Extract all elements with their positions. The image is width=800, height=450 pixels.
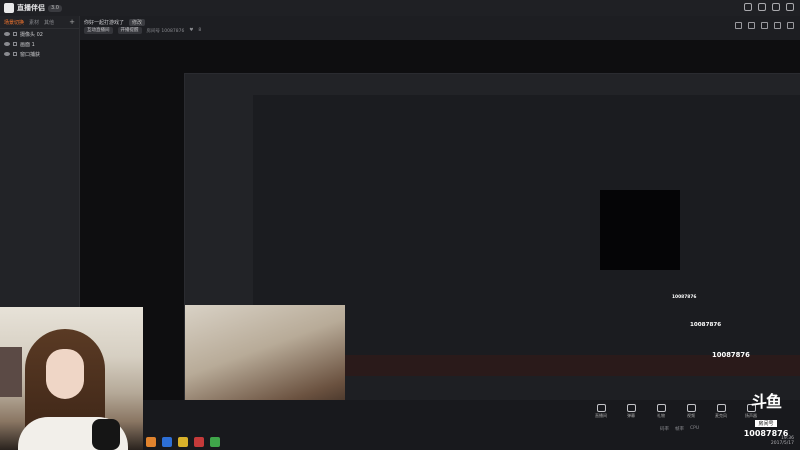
source-tile-yellow[interactable]: [178, 437, 188, 447]
lock-icon[interactable]: [13, 42, 17, 46]
heart-icon: ♥: [189, 28, 194, 33]
watermark-echo: 10087876: [690, 322, 722, 328]
action-mic-label: 麦克风: [715, 413, 727, 418]
like-count: 8: [198, 28, 202, 33]
app-logo-icon: [4, 3, 14, 13]
add-scene-button[interactable]: +: [69, 19, 75, 26]
eye-icon[interactable]: [4, 52, 10, 56]
app-logo: 直播伴侣 3.0: [4, 3, 62, 13]
source-tile-blue[interactable]: [162, 437, 172, 447]
action-video-label: 视频: [687, 413, 695, 418]
webcam-overlay: [0, 307, 143, 450]
action-room[interactable]: 直播间: [592, 404, 610, 419]
status-cpu: CPU: [690, 426, 700, 431]
video-icon: [686, 404, 696, 412]
background-shelf: [0, 347, 22, 397]
status-bitrate: 码率: [660, 427, 669, 432]
settings-icon[interactable]: [735, 22, 742, 29]
watermark-echo: 10087876: [712, 351, 750, 359]
sidebar-item-window-capture[interactable]: 窗口捕获: [0, 49, 79, 59]
title-bar: 直播伴侣 3.0: [0, 0, 800, 16]
mirror-layer: [183, 73, 800, 426]
action-gift-label: 礼物: [657, 413, 665, 418]
mirror-layer-bar: [184, 74, 800, 96]
eye-icon[interactable]: [4, 32, 10, 36]
modify-title-button[interactable]: 修改: [129, 19, 146, 26]
stream-preview: [80, 40, 800, 450]
status-readouts: 码率 帧率 CPU: [660, 426, 699, 432]
sidebar-item-label: 摄像头 02: [20, 31, 43, 38]
menu-icon[interactable]: [787, 22, 794, 29]
action-danmu[interactable]: 弹幕: [622, 404, 640, 419]
eye-icon[interactable]: [4, 42, 10, 46]
douyu-watermark: 斗鱼 房间号 10087876: [742, 392, 790, 439]
minimize-icon[interactable]: [758, 3, 766, 11]
maximize-icon[interactable]: [772, 3, 780, 11]
tab-assets[interactable]: 素材: [29, 19, 39, 26]
sidebar-item-camera[interactable]: 摄像头 02: [0, 29, 79, 39]
bottom-actions: 直播间 弹幕 礼物 视频 麦克风 扬声器: [592, 404, 760, 419]
tab-scenes[interactable]: 场景切换: [4, 19, 24, 26]
watermark-room-number: 10087876: [743, 429, 789, 438]
sidebar-item-label: 窗口捕获: [20, 51, 41, 58]
action-danmu-label: 弹幕: [627, 413, 635, 418]
user-icon[interactable]: [744, 3, 752, 11]
gift-icon: [656, 404, 666, 412]
shield-icon: [626, 404, 636, 412]
action-room-label: 直播间: [595, 413, 607, 418]
source-tile-green[interactable]: [210, 437, 220, 447]
app-name: 直播伴侣: [17, 4, 45, 12]
streamer-face: [46, 349, 84, 399]
version-badge: 3.0: [48, 4, 62, 12]
status-fps: 帧率: [675, 427, 684, 432]
clock-date: 2017/5/17: [770, 441, 794, 446]
action-video[interactable]: 视频: [682, 404, 700, 419]
bell-icon[interactable]: [774, 22, 781, 29]
action-gift[interactable]: 礼物: [652, 404, 670, 419]
lock-icon[interactable]: [13, 52, 17, 56]
room-header: 你好一起打游戏了 修改 互动直播间 开播提醒 房间号 10087876 ♥ 8: [80, 16, 800, 40]
watermark-echo: 10087876: [672, 295, 697, 300]
source-tile-orange[interactable]: [146, 437, 156, 447]
source-tile-red[interactable]: [194, 437, 204, 447]
sidebar-item-label: 画面 1: [20, 41, 35, 48]
share-icon[interactable]: [748, 22, 755, 29]
preview-vanishing-point: [600, 190, 680, 270]
room-title: 你好一起打游戏了: [84, 20, 125, 26]
room-meta-row: 互动直播间 开播提醒 房间号 10087876 ♥ 8: [84, 27, 201, 34]
lock-icon[interactable]: [13, 32, 17, 36]
close-icon[interactable]: [786, 3, 794, 11]
source-tiles: [146, 437, 220, 447]
sidebar-item-scene[interactable]: 画面 1: [0, 39, 79, 49]
action-mic[interactable]: 麦克风: [712, 404, 730, 419]
record-icon[interactable]: [761, 22, 768, 29]
header-tools: [735, 22, 794, 29]
window-controls: [744, 3, 794, 11]
tab-other[interactable]: 其他: [44, 19, 54, 26]
room-number-text: 房间号 10087876: [146, 28, 185, 34]
chip-interactive-room[interactable]: 互动直播间: [84, 27, 113, 34]
monitor-icon: [596, 404, 606, 412]
microphone: [92, 419, 120, 450]
room-title-row: 你好一起打游戏了 修改: [84, 19, 146, 26]
sidebar-tabs: 场景切换 素材 其他 +: [0, 16, 79, 29]
chip-live-reminder[interactable]: 开播提醒: [117, 27, 142, 34]
douyu-logo: 斗鱼: [750, 392, 782, 411]
watermark-room-label: 房间号: [755, 420, 777, 427]
mic-icon: [716, 404, 726, 412]
